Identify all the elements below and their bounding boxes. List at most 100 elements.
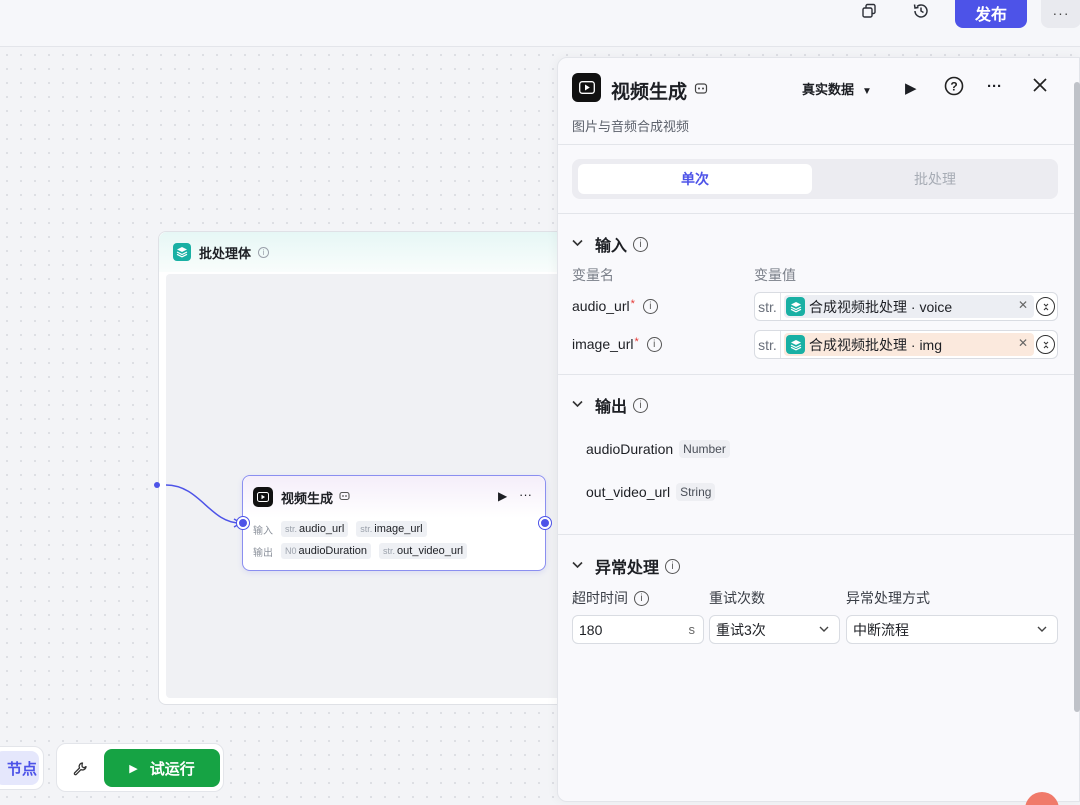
variable-name-audio-url: audio_url * i xyxy=(572,298,658,314)
output-row: audioDuration Number xyxy=(586,440,730,458)
variable-name-image-url: image_url * i xyxy=(572,336,662,352)
panel-title: 视频生成 xyxy=(611,82,688,103)
batch-title: 批处理体 xyxy=(199,245,252,261)
node-header: 视频生成 ▶ ··· xyxy=(243,476,545,518)
output-name: out_video_url xyxy=(586,484,671,500)
variable-picker-icon[interactable] xyxy=(1036,335,1055,354)
video-icon xyxy=(253,487,273,507)
chevron-down-icon xyxy=(819,624,829,636)
run-icon[interactable]: ▶ xyxy=(905,79,917,97)
exception-method-select[interactable]: 中断流程 xyxy=(846,615,1058,644)
batch-header: 批处理体 i xyxy=(159,232,577,272)
node-title: 视频生成 xyxy=(281,490,334,506)
output-section-header[interactable]: 输出 i xyxy=(572,393,649,417)
info-icon[interactable]: i xyxy=(634,590,649,606)
svg-text:?: ? xyxy=(950,80,957,94)
node-input-row: 输入 str. audio_url str. image_url xyxy=(243,518,545,540)
add-node-button[interactable]: 节点 xyxy=(0,751,39,785)
method-label: 异常处理方式 xyxy=(846,590,930,606)
output-row: out_video_url String xyxy=(586,483,716,501)
panel-more-button[interactable]: ··· xyxy=(987,78,1002,95)
output-tag: str. out_video_url xyxy=(379,543,468,559)
variable-reference-chip[interactable]: 合成视频批处理 · voice ✕ xyxy=(784,295,1034,318)
bottom-toolbar: ▶ 试运行 xyxy=(56,743,224,792)
type-indicator: str. xyxy=(755,331,781,358)
play-icon: ▶ xyxy=(129,762,138,775)
info-icon[interactable]: i xyxy=(646,336,662,352)
top-toolbar: 发布 ··· xyxy=(0,0,1080,47)
history-icon[interactable] xyxy=(907,0,935,22)
close-icon[interactable] xyxy=(1032,77,1048,96)
robot-icon xyxy=(339,490,350,504)
publish-button[interactable]: 发布 xyxy=(955,0,1027,28)
data-source-select[interactable]: 真实数据 ▼ xyxy=(802,79,872,98)
chevron-down-icon xyxy=(572,560,583,572)
type-badge: String xyxy=(676,483,716,501)
divider xyxy=(558,144,1080,145)
copy-icon[interactable] xyxy=(855,0,883,22)
timeout-input[interactable]: 180 s xyxy=(572,615,704,644)
test-run-label: 试运行 xyxy=(149,760,195,778)
info-icon[interactable]: i xyxy=(665,558,681,574)
video-gen-node[interactable]: 视频生成 ▶ ··· 输入 str. audio_url str. image_ur… xyxy=(242,475,546,571)
tab-batch[interactable]: 批处理 xyxy=(818,164,1052,194)
help-icon[interactable]: ? xyxy=(944,76,964,99)
input-tag: str. audio_url xyxy=(281,521,349,537)
batch-container[interactable]: 批处理体 i xyxy=(158,231,578,705)
output-label: 输出 xyxy=(253,547,273,559)
audio-url-value-field[interactable]: str. 合成视频批处理 · voice ✕ xyxy=(754,292,1058,321)
chevron-down-icon xyxy=(572,399,583,411)
type-indicator: str. xyxy=(755,293,781,320)
input-section-title: 输入 xyxy=(595,238,628,255)
output-section-title: 输出 xyxy=(595,399,628,416)
robot-icon xyxy=(694,81,708,98)
output-port[interactable] xyxy=(539,517,551,529)
output-name: audioDuration xyxy=(586,441,674,457)
layers-icon xyxy=(786,335,805,354)
clear-icon[interactable]: ✕ xyxy=(1018,298,1028,312)
output-tag: N0 audioDuration xyxy=(281,543,372,559)
exception-section-header[interactable]: 异常处理 i xyxy=(572,554,681,578)
layers-icon xyxy=(786,297,805,316)
run-node-icon[interactable]: ▶ xyxy=(498,489,507,503)
variable-picker-icon[interactable] xyxy=(1036,297,1055,316)
video-icon xyxy=(572,73,601,102)
info-icon[interactable]: i xyxy=(258,246,270,258)
type-badge: Number xyxy=(679,440,730,458)
timeout-label: 超时时间 i xyxy=(572,588,649,608)
connection-edge[interactable] xyxy=(150,478,250,534)
chevron-down-icon xyxy=(1037,624,1047,636)
info-icon[interactable]: i xyxy=(633,236,649,252)
divider xyxy=(558,534,1080,535)
input-section-header[interactable]: 输入 i xyxy=(572,232,649,256)
panel-scrollbar[interactable] xyxy=(1074,82,1080,712)
node-output-row: 输出 N0 audioDuration str. out_video_url xyxy=(243,540,545,562)
divider xyxy=(558,213,1080,214)
input-port[interactable] xyxy=(237,517,249,529)
exception-section-title: 异常处理 xyxy=(595,560,660,577)
divider xyxy=(558,374,1080,375)
column-variable-value: 变量值 xyxy=(754,267,796,283)
mode-tabs: 单次 批处理 xyxy=(572,159,1058,199)
tab-single[interactable]: 单次 xyxy=(578,164,812,194)
test-run-button[interactable]: ▶ 试运行 xyxy=(104,749,220,787)
info-icon[interactable]: i xyxy=(633,397,649,413)
retry-select[interactable]: 重试3次 xyxy=(709,615,840,644)
more-menu-button[interactable]: ··· xyxy=(1041,0,1080,28)
chevron-down-icon xyxy=(572,238,583,250)
input-label: 输入 xyxy=(253,525,273,537)
variable-reference-chip[interactable]: 合成视频批处理 · img ✕ xyxy=(784,333,1034,356)
clear-icon[interactable]: ✕ xyxy=(1018,336,1028,350)
add-node-button-container: 节点 xyxy=(0,746,44,790)
retry-label: 重试次数 xyxy=(709,590,765,606)
column-variable-name: 变量名 xyxy=(572,267,614,283)
caret-down-icon: ▼ xyxy=(862,86,872,97)
info-icon[interactable]: i xyxy=(642,298,658,314)
node-more-button[interactable]: ··· xyxy=(519,487,532,502)
image-url-value-field[interactable]: str. 合成视频批处理 · img ✕ xyxy=(754,330,1058,359)
timeout-unit: s xyxy=(688,622,696,637)
layers-icon xyxy=(173,243,191,261)
wrench-icon[interactable] xyxy=(67,756,93,782)
input-tag: str. image_url xyxy=(356,521,427,537)
panel-description: 图片与音频合成视频 xyxy=(572,119,690,134)
